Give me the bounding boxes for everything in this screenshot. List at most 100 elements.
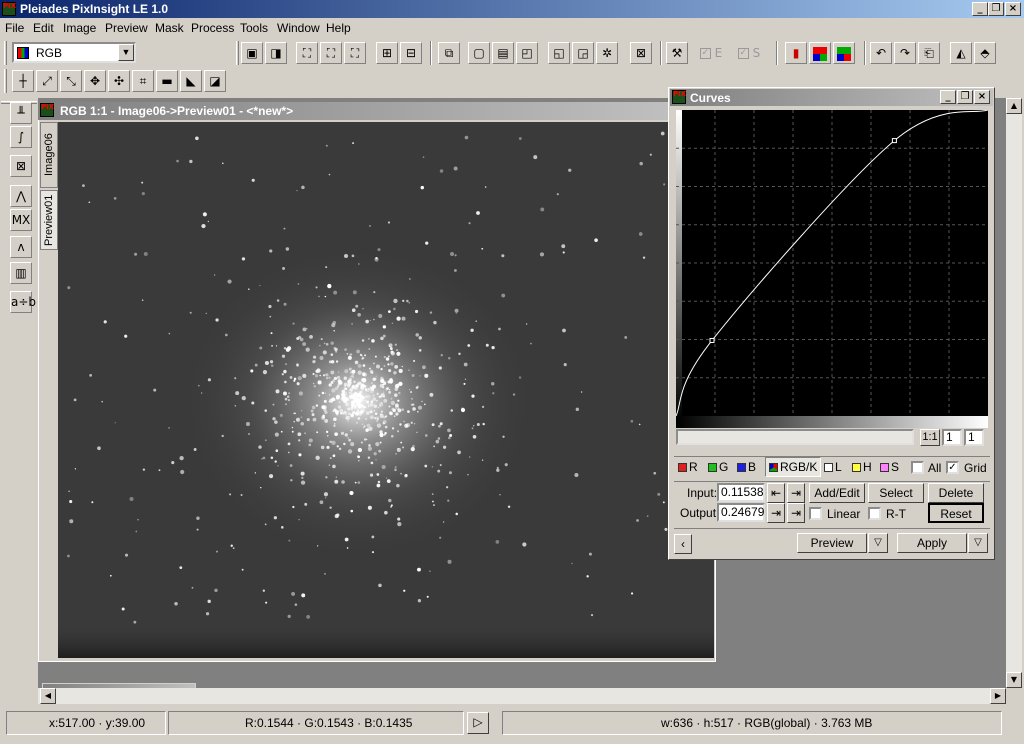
duplicate-icon[interactable]: ⧉ xyxy=(438,42,460,64)
input-prev-icon[interactable]: ⇤ xyxy=(767,483,785,503)
chevron-down-icon[interactable]: ▼ xyxy=(118,44,134,61)
preview-window-icon[interactable]: ◰ xyxy=(516,42,538,64)
channel-rgbk[interactable]: RGB/K xyxy=(765,457,822,477)
curve-point[interactable] xyxy=(709,337,715,343)
zoom-vertical-field[interactable]: 1 xyxy=(964,429,984,446)
channel-s[interactable]: S xyxy=(880,460,899,474)
scroll-right-icon[interactable]: ▶ xyxy=(990,688,1006,704)
all-checkbox[interactable] xyxy=(911,461,924,474)
minmax-icon[interactable]: MX xyxy=(10,209,32,231)
tab-image06[interactable]: Image06 xyxy=(40,122,58,188)
noise-reduction-icon[interactable]: ▥ xyxy=(10,262,32,284)
center-icon[interactable]: ✣ xyxy=(108,70,130,92)
collapse-icon[interactable]: ‹ xyxy=(674,534,692,554)
curves-restore-button[interactable]: ❐ xyxy=(957,90,973,104)
zoom-fit-icon[interactable]: ⛶ xyxy=(296,42,318,64)
close-button[interactable]: × xyxy=(1005,2,1021,16)
reset-button[interactable]: Reset xyxy=(928,503,984,523)
channel-b[interactable]: B xyxy=(737,460,756,474)
menu-process[interactable]: Process xyxy=(191,21,234,35)
mirror-horizontal-icon[interactable]: ◭ xyxy=(950,42,972,64)
execute-icon[interactable]: ⚒ xyxy=(666,42,688,64)
menu-file[interactable]: File xyxy=(5,21,24,35)
channel-r[interactable]: R xyxy=(678,460,698,474)
preview-menu-icon[interactable]: ▽ xyxy=(868,533,888,553)
apply-menu-icon[interactable]: ▽ xyxy=(968,533,988,553)
play-icon[interactable]: ▷ xyxy=(467,712,489,734)
restore-button[interactable]: ❐ xyxy=(988,2,1004,16)
curves-title-bar[interactable]: PIX Curves _ ❐ × xyxy=(670,89,993,106)
brush-icon[interactable]: ◪ xyxy=(204,70,226,92)
rgb-channels-icon[interactable] xyxy=(809,42,831,64)
rt-checkbox[interactable] xyxy=(868,507,881,520)
new-preview-icon[interactable]: ▢ xyxy=(468,42,490,64)
channel-l[interactable]: L xyxy=(824,460,842,474)
color-space-select[interactable]: RGB ▼ xyxy=(12,42,136,63)
histogram-icon[interactable]: ▮ xyxy=(785,42,807,64)
minimize-button[interactable]: _ xyxy=(972,2,988,16)
zoom-tool-icon[interactable]: ⤢ xyxy=(36,70,58,92)
output-field[interactable]: 0.24679 xyxy=(717,503,765,522)
history-icon[interactable]: ⎗ xyxy=(918,42,940,64)
zoom-2-1-icon[interactable]: ⛶ xyxy=(344,42,366,64)
grid-checkbox[interactable]: ✓ xyxy=(946,461,959,474)
zoom-in-icon[interactable]: ⊞ xyxy=(376,42,398,64)
star-profile-icon[interactable]: ⋀ xyxy=(10,185,32,207)
mirror-vertical-icon[interactable]: ⬘ xyxy=(974,42,996,64)
redo-icon[interactable]: ↷ xyxy=(894,42,916,64)
menu-mask[interactable]: Mask xyxy=(155,21,184,35)
menu-image[interactable]: Image xyxy=(63,21,96,35)
toolbar-grip[interactable] xyxy=(4,69,7,93)
rgb-mix-icon[interactable] xyxy=(833,42,855,64)
zoom-out-icon[interactable]: ⊟ xyxy=(400,42,422,64)
input-field[interactable]: 0.11538 xyxy=(717,483,765,502)
preview-button[interactable]: Preview xyxy=(797,533,867,553)
toolbar-grip[interactable] xyxy=(4,41,7,65)
menu-edit[interactable]: Edit xyxy=(33,21,54,35)
crop-tool-icon[interactable]: ⌗ xyxy=(132,70,154,92)
zoom-1-1-icon[interactable]: ⛶ xyxy=(320,42,342,64)
pencil-icon[interactable]: ◣ xyxy=(180,70,202,92)
curves-close-button[interactable]: × xyxy=(974,90,990,104)
edit-preview-icon[interactable]: ▤ xyxy=(492,42,514,64)
apply-button[interactable]: Apply xyxy=(897,533,967,553)
mask-invert-icon[interactable]: ✲ xyxy=(596,42,618,64)
curves-minimize-button[interactable]: _ xyxy=(940,90,956,104)
scroll-left-icon[interactable]: ◀ xyxy=(40,688,56,704)
toggle-e[interactable]: ✓ E xyxy=(694,42,728,64)
pixel-math-icon[interactable]: a÷b xyxy=(10,291,36,313)
grid-transform-icon[interactable]: ⊠ xyxy=(10,155,32,177)
mask-icon[interactable]: ◱ xyxy=(548,42,570,64)
curve-point[interactable] xyxy=(891,138,897,144)
input-next-icon[interactable]: ⇥ xyxy=(787,483,805,503)
menu-tools[interactable]: Tools xyxy=(240,21,268,35)
menu-help[interactable]: Help xyxy=(326,21,351,35)
zoom-horizontal-field[interactable]: 1 xyxy=(942,429,962,446)
pan-icon[interactable]: ✥ xyxy=(84,70,106,92)
mask-show-icon[interactable]: ◲ xyxy=(572,42,594,64)
tab-preview01[interactable]: Preview01 xyxy=(40,190,58,250)
undo-icon[interactable]: ↶ xyxy=(870,42,892,64)
toolbar-grip[interactable] xyxy=(236,41,239,65)
toggle-s[interactable]: ✓ S xyxy=(732,42,766,64)
scroll-down-icon[interactable]: ▼ xyxy=(1006,672,1022,688)
linear-checkbox[interactable] xyxy=(809,507,822,520)
image-window-title-bar[interactable]: PIX RGB 1:1 - Image06->Preview01 - <*new… xyxy=(38,102,678,120)
output-next-icon[interactable]: ⇥ xyxy=(787,503,805,523)
channel-g[interactable]: G xyxy=(708,460,728,474)
curves-tool-icon[interactable]: ∫ xyxy=(10,126,32,148)
menu-preview[interactable]: Preview xyxy=(105,21,148,35)
zoom-out-tool-icon[interactable]: ⤡ xyxy=(60,70,82,92)
horizontal-scrollbar[interactable] xyxy=(38,688,1006,704)
readout-cross-icon[interactable]: ┼ xyxy=(12,70,34,92)
channel-h[interactable]: H xyxy=(852,460,872,474)
vertical-scrollbar[interactable] xyxy=(1006,98,1022,688)
add-edit-button[interactable]: Add/Edit xyxy=(809,483,865,503)
histogram-tool-icon[interactable]: ╨ xyxy=(10,102,32,124)
dynamic-crop-icon[interactable]: ▬ xyxy=(156,70,178,92)
star-cluster-image[interactable] xyxy=(58,122,714,658)
menu-window[interactable]: Window xyxy=(277,21,320,35)
crop-icon[interactable]: ⊠ xyxy=(630,42,652,64)
deconvolution-icon[interactable]: ᴧ xyxy=(10,236,32,258)
new-image-window-icon[interactable]: ▣ xyxy=(241,42,263,64)
